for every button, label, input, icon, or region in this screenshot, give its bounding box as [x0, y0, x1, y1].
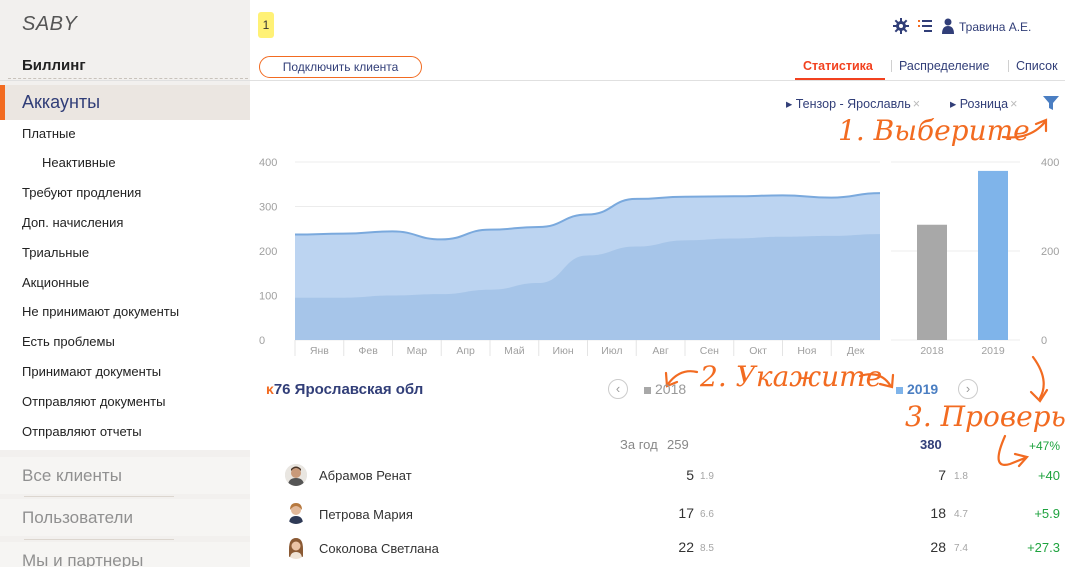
- legend-swatch: [644, 387, 651, 394]
- region-label: 76 Ярославская обл: [273, 381, 424, 398]
- value-2018: 5: [686, 467, 694, 483]
- employee-name[interactable]: Абрамов Ренат: [319, 468, 412, 483]
- share-2019: 1.8: [954, 471, 968, 482]
- totals-2018: 259: [667, 437, 689, 452]
- annotation-step-3: 3. Проверьте: [905, 400, 1065, 433]
- value-2018: 17: [678, 505, 694, 521]
- totals-delta: +47%: [1028, 439, 1060, 453]
- legend-swatch: [896, 387, 903, 394]
- totals-2019: 380: [920, 437, 942, 452]
- region-title[interactable]: ᴋ76 Ярославская обл: [266, 381, 423, 398]
- value-2018: 22: [678, 539, 694, 555]
- year-label-next[interactable]: 2019: [896, 381, 938, 397]
- totals-label: За год: [620, 437, 658, 452]
- year-label-prev[interactable]: 2018: [644, 381, 686, 397]
- annotation-step-1: 1. Выберите: [838, 114, 1030, 147]
- annotation-arrows: [664, 118, 1049, 468]
- share-2019: 4.7: [954, 509, 968, 520]
- delta: +27.3: [1027, 540, 1060, 555]
- avatar: [285, 537, 307, 559]
- share-2018: 8.5: [700, 543, 714, 554]
- back-icon[interactable]: ᴋ: [266, 381, 274, 397]
- share-2019: 7.4: [954, 543, 968, 554]
- value-2019: 28: [930, 539, 946, 555]
- delta: +40: [1037, 468, 1060, 483]
- next-year-button[interactable]: ›: [958, 379, 978, 399]
- year-prev-text: 2018: [655, 381, 687, 397]
- value-2019: 7: [938, 467, 946, 483]
- share-2018: 1.9: [700, 471, 714, 482]
- delta: +5.9: [1034, 506, 1060, 521]
- value-2019: 18: [930, 505, 946, 521]
- employee-name[interactable]: Соколова Светлана: [319, 541, 439, 556]
- employee-name[interactable]: Петрова Мария: [319, 507, 413, 522]
- prev-year-button[interactable]: ‹: [608, 379, 628, 399]
- avatar: [285, 502, 307, 524]
- avatar: [285, 464, 307, 486]
- share-2018: 6.6: [700, 509, 714, 520]
- year-next-text: 2019: [907, 381, 939, 397]
- annotation-step-2: 2. Укажите: [700, 360, 883, 393]
